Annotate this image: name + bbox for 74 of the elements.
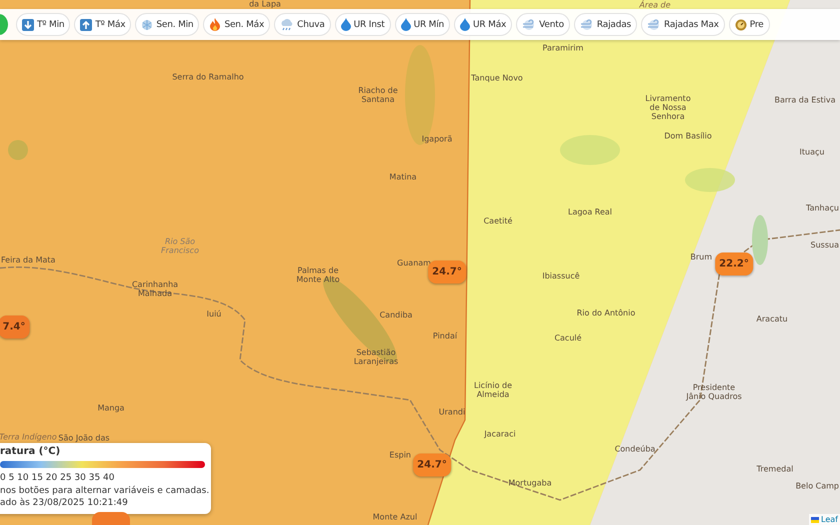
place-label: Ituaçu [800, 147, 824, 157]
place-label: Urandi [438, 407, 466, 417]
scale-labels: 0 5 10 15 20 25 30 35 40 [0, 473, 116, 483]
water-drop-icon [400, 18, 411, 31]
snowflake-icon [141, 18, 154, 30]
place-label: Caculé [554, 333, 582, 343]
place-label: Iuiú [206, 309, 222, 319]
place-label: Espin [389, 450, 411, 460]
place-label: Caetité [484, 216, 512, 226]
flame-icon [209, 18, 222, 31]
place-label: Carinhanha Malhada [132, 280, 178, 298]
place-label: Tanque Novo [471, 73, 523, 83]
place-label: Tanhaçu [806, 203, 839, 213]
layer-button[interactable]: Tº Min [16, 13, 70, 36]
place-label: São João das [58, 433, 110, 443]
place-label: Tremedal [756, 464, 794, 474]
place-label: Serra do Ramalho [172, 72, 244, 82]
place-label: Guanam [397, 258, 431, 268]
attribution[interactable]: Leaf [809, 514, 840, 525]
temperature-marker[interactable]: 24.7° [413, 454, 451, 476]
attribution-link[interactable]: Leaf [821, 515, 838, 524]
place-label: Feira da Mata [1, 255, 56, 265]
place-label: Lagoa Real [568, 207, 612, 217]
place-label: Riacho de Santana [358, 86, 398, 104]
layer-button[interactable]: Sen. Min [135, 13, 200, 36]
layer-button[interactable]: Tº Máx [74, 13, 132, 36]
place-label: Igaporã [422, 134, 452, 144]
wind-icon [647, 18, 662, 30]
layer-button[interactable]: Pre [728, 13, 770, 36]
place-label: Rio do Antônio [576, 308, 636, 318]
place-label: Jacaraci [484, 429, 516, 439]
layer-button[interactable]: Rajadas Max [641, 13, 725, 36]
layer-button[interactable]: UR Mín [394, 13, 450, 36]
layer-button[interactable]: Vento [516, 13, 570, 36]
place-label: Licínio de Almeida [474, 380, 512, 400]
place-label: Sebastião Laranjeiras [354, 348, 398, 366]
place-label: Sussua [810, 240, 839, 250]
place-label: Manga [98, 403, 124, 413]
layer-button[interactable]: Sen. Máx [203, 13, 270, 36]
place-label: Aracatu [756, 314, 788, 324]
layer-button[interactable]: UR Máx [454, 13, 512, 36]
legend-title: ratura (°C) [0, 446, 62, 457]
place-label: Ibiassucê [542, 271, 580, 281]
update-time: ado às 23/08/2025 10:21:49 [0, 498, 129, 508]
flag-icon [811, 516, 820, 522]
place-label: Área de [639, 0, 671, 10]
cloud-rain-icon [280, 18, 294, 30]
place-label: Candiba [380, 310, 412, 320]
place-label: Barra da Estiva [774, 95, 836, 105]
place-label: Mortugaba [508, 478, 552, 488]
temperature-marker[interactable]: 22.2° [715, 252, 753, 276]
gauge-icon [734, 18, 747, 30]
place-label: Condeúba [614, 444, 656, 454]
temperature-marker[interactable]: 7.4° [0, 316, 30, 338]
wind-icon [580, 18, 594, 30]
arrow-up-icon [80, 18, 92, 30]
place-label: Pindaí [432, 331, 458, 341]
layer-button[interactable]: Rajadas [574, 13, 638, 36]
layer-button[interactable]: UR Inst [334, 13, 391, 36]
wind-icon [522, 18, 536, 30]
place-label: Paramirim [542, 43, 584, 53]
water-drop-icon [460, 18, 470, 31]
place-label: Belo Camp [796, 481, 839, 491]
place-label: da Lapa [249, 0, 281, 9]
place-label: Livramento de Nossa Senhora [645, 94, 691, 122]
layer-button[interactable]: Chuva [274, 13, 331, 36]
river-label: Rio São Francisco [161, 236, 199, 256]
place-label: Brum [690, 252, 712, 262]
place-label: Palmas de Monte Alto [296, 266, 340, 284]
arrow-down-icon [22, 18, 34, 30]
place-label: Matina [389, 172, 417, 182]
water-drop-icon [340, 18, 351, 31]
place-label: Monte Azul [372, 512, 418, 522]
place-label: Dom Basílio [664, 131, 712, 141]
